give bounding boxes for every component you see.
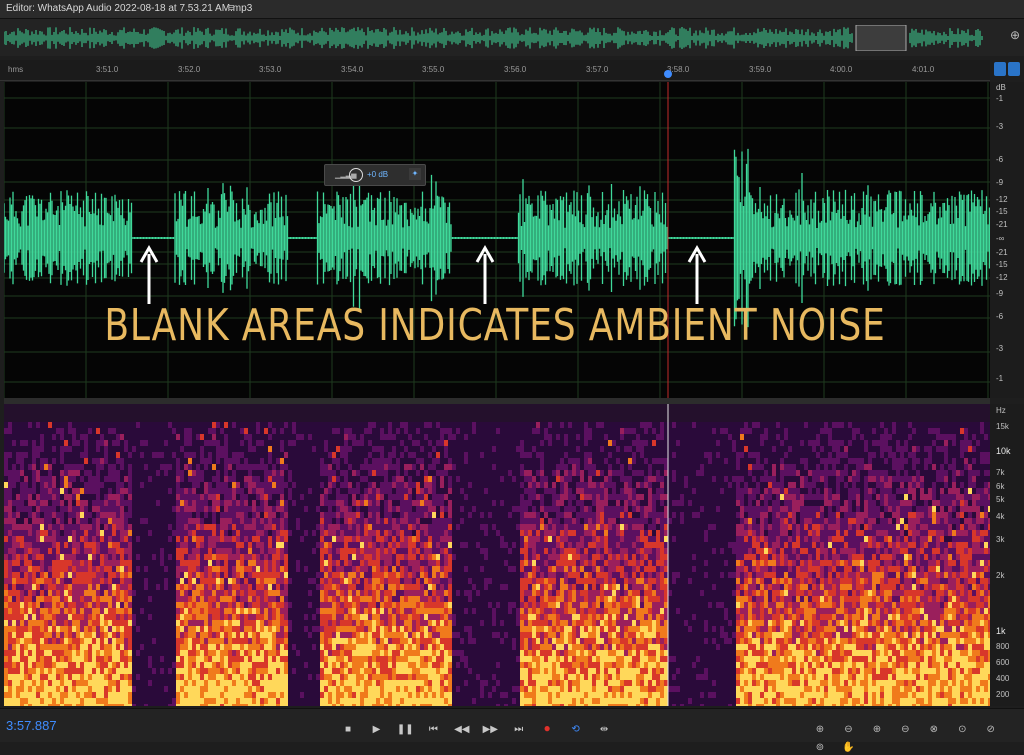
skip-forward-icon[interactable]: ⏭ <box>511 723 527 737</box>
db-unit-label: dB <box>996 83 1006 92</box>
overview-waveform <box>4 25 984 51</box>
db-label: -21 <box>996 220 1008 229</box>
zoom-navigator-icon[interactable]: ⊕ <box>1010 28 1020 42</box>
hz-label: 800 <box>996 642 1009 651</box>
db-label: -3 <box>996 122 1003 131</box>
db-label: -1 <box>996 374 1003 383</box>
hz-label: 1k <box>996 626 1006 636</box>
skip-back-icon[interactable]: ⏮ <box>425 723 441 737</box>
fast-forward-icon[interactable]: ▶▶ <box>482 723 498 737</box>
current-time[interactable]: 3:57.887 <box>6 718 57 733</box>
volume-knob[interactable] <box>349 168 363 182</box>
zoom-out-amplitude-icon[interactable]: ⊖ <box>840 723 856 737</box>
play-icon[interactable]: ▶ <box>368 723 384 737</box>
transport-bar: 3:57.887 ■ ▶ ❚❚ ⏮ ◀◀ ▶▶ ⏭ ● ⟲ ⇹ ⊕ ⊖ ⊕ ⊖ … <box>0 708 1024 742</box>
hz-label: 10k <box>996 446 1011 456</box>
hz-label: 5k <box>996 495 1004 504</box>
db-label: -21 <box>996 248 1008 257</box>
ruler-tick: 3:51.0 <box>96 65 118 74</box>
editor-title: Editor: WhatsApp Audio 2022-08-18 at 7.5… <box>6 3 252 14</box>
snap-tools[interactable] <box>994 62 1024 78</box>
overview-navigator[interactable]: ⊕ <box>0 19 1024 56</box>
pin-icon[interactable]: ✦ <box>409 168 421 180</box>
ruler-tick: 3:57.0 <box>586 65 608 74</box>
zoom-in-left-icon[interactable]: ⊘ <box>983 723 999 737</box>
hz-label: 7k <box>996 468 1004 477</box>
ruler-tick: 3:56.0 <box>504 65 526 74</box>
zoom-in-selection-icon[interactable]: ⊙ <box>954 723 970 737</box>
panel-menu-icon[interactable]: ≡ <box>228 2 234 14</box>
snap-magnet-icon[interactable] <box>994 62 1006 76</box>
hand-tool-icon[interactable]: ✋ <box>840 741 856 755</box>
hz-label: 3k <box>996 535 1004 544</box>
amplitude-value: +0 dB <box>367 170 388 179</box>
hz-label: 600 <box>996 658 1009 667</box>
time-ruler[interactable]: hms 3:51.0 3:52.0 3:53.0 3:54.0 3:55.0 3… <box>0 60 990 81</box>
zoom-out-full-icon[interactable]: ⊗ <box>926 723 942 737</box>
record-icon[interactable]: ● <box>539 721 555 735</box>
amplitude-hud[interactable]: ▁▂▃▅ +0 dB ✦ <box>324 164 426 186</box>
rewind-icon[interactable]: ◀◀ <box>454 723 470 737</box>
db-label: -12 <box>996 195 1008 204</box>
ruler-tick: 4:01.0 <box>912 65 934 74</box>
ruler-tick: 3:52.0 <box>178 65 200 74</box>
db-label: -1 <box>996 94 1003 103</box>
db-label: -12 <box>996 273 1008 282</box>
loop-icon[interactable]: ⟲ <box>568 723 584 737</box>
db-label: -9 <box>996 178 1003 187</box>
stop-icon[interactable]: ■ <box>340 723 356 737</box>
transport-controls: ■ ▶ ❚❚ ⏮ ◀◀ ▶▶ ⏭ ● ⟲ ⇹ <box>340 719 620 737</box>
hz-scale: Hz 15k 10k 7k 6k 5k 4k 3k 2k 1k 800 600 … <box>990 404 1024 706</box>
db-label: -15 <box>996 207 1008 216</box>
hz-label: 200 <box>996 690 1009 699</box>
annotation-caption: BLANK AREAS INDICATES AMBIENT NOISE <box>89 300 901 351</box>
ruler-unit: hms <box>8 65 23 74</box>
pause-icon[interactable]: ❚❚ <box>397 723 413 737</box>
hz-unit-label: Hz <box>996 406 1006 415</box>
spectral-panel[interactable] <box>4 404 990 706</box>
ruler-tick: 3:55.0 <box>422 65 444 74</box>
db-label: -9 <box>996 289 1003 298</box>
db-label: -15 <box>996 260 1008 269</box>
db-label: -3 <box>996 344 1003 353</box>
ruler-tick: 3:59.0 <box>749 65 771 74</box>
db-label: -6 <box>996 312 1003 321</box>
marker-icon[interactable] <box>1008 62 1020 76</box>
hz-label: 6k <box>996 482 1004 491</box>
ruler-tick: 4:00.0 <box>830 65 852 74</box>
skip-selection-icon[interactable]: ⇹ <box>596 723 612 737</box>
spectral-display <box>4 404 990 706</box>
hz-label: 4k <box>996 512 1004 521</box>
hz-label: 15k <box>996 422 1009 431</box>
hz-label: 2k <box>996 571 1004 580</box>
playhead-handle[interactable] <box>664 70 672 78</box>
ruler-tick: 3:54.0 <box>341 65 363 74</box>
editor-title-bar: Editor: WhatsApp Audio 2022-08-18 at 7.5… <box>0 0 1024 19</box>
zoom-in-amplitude-icon[interactable]: ⊕ <box>812 723 828 737</box>
db-label: -6 <box>996 155 1003 164</box>
db-label: -∞ <box>996 234 1004 243</box>
db-scale: dB -1 -3 -6 -9 -12 -15 -21 -∞ -21 -15 -1… <box>990 82 1024 398</box>
zoom-out-time-icon[interactable]: ⊖ <box>897 723 913 737</box>
ruler-tick: 3:53.0 <box>259 65 281 74</box>
zoom-in-time-icon[interactable]: ⊕ <box>869 723 885 737</box>
hz-label: 400 <box>996 674 1009 683</box>
zoom-in-right-icon[interactable]: ⊚ <box>812 741 828 755</box>
zoom-controls: ⊕ ⊖ ⊕ ⊖ ⊗ ⊙ ⊘ ⊚ ✋ <box>812 719 1024 755</box>
